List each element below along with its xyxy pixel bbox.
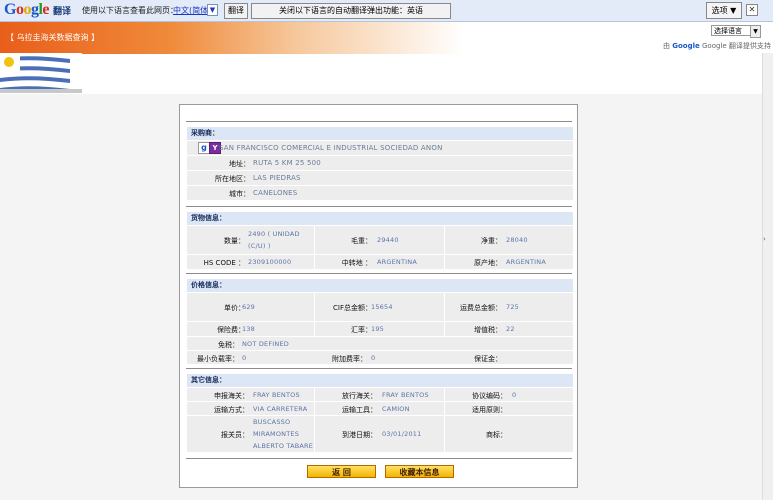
freight-total-label: 运费总金额： xyxy=(460,304,502,312)
declare-customs-label: 申报海关： xyxy=(214,392,249,400)
brand-label: 商标： xyxy=(486,431,507,439)
divider xyxy=(186,458,572,459)
cif-total-label: CIF总金额： xyxy=(333,304,372,312)
exchange-rate-label: 汇率： xyxy=(351,326,372,334)
agreement-code-value: 0 xyxy=(512,391,517,399)
gross-weight-value: 29440 xyxy=(377,236,399,244)
divider xyxy=(186,206,572,207)
goods-row-1: 数量： 2490 ( UNIDAD (C/U) ) 毛重： 29440 净重： … xyxy=(187,226,573,254)
options-button[interactable]: 选项 ▼ xyxy=(706,2,742,19)
unit-price-label: 单价： xyxy=(224,304,245,312)
price-row-3: 免税： NOT DEFINED xyxy=(187,337,573,350)
divider xyxy=(186,368,572,369)
price-row-4: 最小负载率： 0 附加费率： 0 保证金： xyxy=(187,351,573,364)
agreement-code-label: 协议编码： xyxy=(472,392,507,400)
buyer-section-header: 采购商： xyxy=(187,127,573,140)
region-label: 所在地区： xyxy=(215,175,250,183)
tax-exempt-value: NOT DEFINED xyxy=(242,340,289,348)
insurance-value: 138 xyxy=(242,325,256,333)
cif-total-value: 15654 xyxy=(371,303,393,311)
hs-code-value: 2309100000 xyxy=(248,258,292,266)
google-logo: Google xyxy=(4,1,50,18)
unit-price-value: 629 xyxy=(242,303,256,311)
scrollbar[interactable] xyxy=(762,53,773,500)
region-value: LAS PIEDRAS xyxy=(253,174,301,182)
declare-customs-value: FRAY BENTOS xyxy=(253,391,300,399)
disable-auto-translate-button[interactable]: 关闭以下语言的自动翻译弹出功能：英语 xyxy=(251,3,451,19)
broker-value-line3: ALBERTO TABARE xyxy=(253,442,314,450)
google-translate-bar: Google 翻译 使用以下语言查看此网页： 中文(简体) ▼ 翻译 关闭以下语… xyxy=(0,0,773,22)
transit-label: 中转地 ： xyxy=(341,259,372,267)
transport-mode-value: VIA CARRETERA xyxy=(253,405,308,413)
other-row-1: 申报海关： FRAY BENTOS 放行海关： FRAY BENTOS 协议编码… xyxy=(187,388,573,401)
buyer-company-row: g Y SAN FRANCISCO COMERCIAL E INDUSTRIAL… xyxy=(187,141,573,155)
quantity-value-line2: (C/U) ) xyxy=(248,242,271,250)
min-load-rate-label: 最小负载率： xyxy=(197,355,239,363)
deposit-label: 保证金： xyxy=(474,355,502,363)
arrival-date-value: 03/01/2011 xyxy=(382,430,422,438)
company-name: SAN FRANCISCO COMERCIAL E INDUSTRIAL SOC… xyxy=(219,144,443,152)
price-row-2: 保险费： 138 汇率： 195 增值税： 22 xyxy=(187,322,573,336)
buyer-city-row: 城市： CANELONES xyxy=(187,186,573,200)
transport-tool-label: 运输工具： xyxy=(342,406,377,414)
gross-weight-label: 毛重： xyxy=(351,237,372,245)
target-language-link[interactable]: 中文(简体) xyxy=(173,5,211,16)
goods-section-header: 货物信息： xyxy=(187,212,573,225)
buyer-address-row: 地址： RUTA 5 KM 25 500 xyxy=(187,156,573,170)
release-customs-value: FRAY BENTOS xyxy=(382,391,429,399)
net-weight-label: 净重： xyxy=(481,237,502,245)
chevron-down-icon[interactable]: ▼ xyxy=(750,25,761,38)
min-load-rate-value: 0 xyxy=(242,354,247,362)
quantity-value-line1: 2490 ( UNIDAD xyxy=(248,230,300,238)
site-title: 【 乌拉圭海关数据查询 】 xyxy=(6,33,100,42)
translate-prompt: 使用以下语言查看此网页： xyxy=(82,6,178,15)
divider xyxy=(186,121,572,122)
broker-value-line2: MIRAMONTES xyxy=(253,430,300,438)
translate-title: 翻译 xyxy=(53,7,72,17)
freight-total-value: 725 xyxy=(506,303,520,311)
city-label: 城市： xyxy=(229,190,250,198)
back-button[interactable]: 返 回 xyxy=(307,465,376,478)
other-row-2: 运输方式： VIA CARRETERA 运输工具： CAMION 适用原则： xyxy=(187,402,573,415)
close-icon[interactable]: ✕ xyxy=(746,4,758,16)
hs-code-label: HS CODE ： xyxy=(203,259,245,267)
transit-value: ARGENTINA xyxy=(377,258,417,266)
buyer-region-row: 所在地区： LAS PIEDRAS xyxy=(187,171,573,185)
scroll-arrow-icon[interactable]: › xyxy=(763,235,766,243)
vat-value: 22 xyxy=(506,325,515,333)
price-section-header: 价格信息： xyxy=(187,279,573,292)
broker-label: 报关员： xyxy=(221,431,249,439)
divider xyxy=(186,273,572,274)
price-row-1: 单价： 629 CIF总金额： 15654 运费总金额： 725 xyxy=(187,293,573,321)
applicable-rule-label: 适用原则： xyxy=(472,406,507,414)
add-to-favorites-button[interactable]: 收藏本信息 xyxy=(385,465,454,478)
transport-mode-label: 运输方式： xyxy=(214,406,249,414)
vat-label: 增值税： xyxy=(474,326,502,334)
record-detail-panel: 采购商： g Y SAN FRANCISCO COMERCIAL E INDUS… xyxy=(179,104,578,488)
other-section-header: 其它信息： xyxy=(187,374,573,387)
net-weight-value: 28040 xyxy=(506,236,528,244)
translate-button[interactable]: 翻译 xyxy=(224,3,248,19)
origin-label: 原产地： xyxy=(474,259,502,267)
release-customs-label: 放行海关： xyxy=(342,392,377,400)
goods-row-2: HS CODE ： 2309100000 中转地 ： ARGENTINA 原产地… xyxy=(187,255,573,269)
arrival-date-label: 到港日期： xyxy=(342,431,377,439)
quantity-label: 数量： xyxy=(224,237,245,245)
powered-by-google: 由 Google Google 翻译提供支持 xyxy=(663,42,771,50)
address-label: 地址： xyxy=(229,160,250,168)
address-value: RUTA 5 KM 25 500 xyxy=(253,159,321,167)
city-value: CANELONES xyxy=(253,189,298,197)
uruguay-flag-image xyxy=(0,53,82,93)
site-header: 【 乌拉圭海关数据查询 】 选择语言 ▼ 由 Google Google 翻译提… xyxy=(0,22,773,54)
insurance-label: 保险费： xyxy=(217,326,245,334)
chevron-down-icon[interactable]: ▼ xyxy=(207,4,218,16)
other-row-3: 报关员： BUSCASSO MIRAMONTES ALBERTO TABARE … xyxy=(187,416,573,452)
surcharge-rate-value: 0 xyxy=(371,354,376,362)
tax-exempt-label: 免税： xyxy=(218,341,239,349)
broker-value-line1: BUSCASSO xyxy=(253,418,291,426)
transport-tool-value: CAMION xyxy=(382,405,410,413)
surcharge-rate-label: 附加费率： xyxy=(332,355,367,363)
exchange-rate-value: 195 xyxy=(371,325,385,333)
origin-value: ARGENTINA xyxy=(506,258,546,266)
